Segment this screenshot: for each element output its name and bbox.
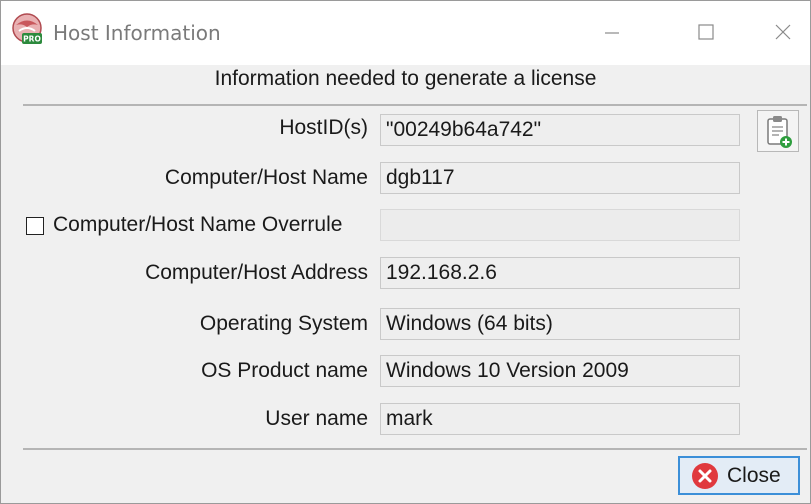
hostname-overrule-label[interactable]: Computer/Host Name Overrule: [53, 213, 342, 237]
operating-system-field[interactable]: Windows (64 bits): [380, 308, 740, 340]
os-product-label: OS Product name: [201, 359, 368, 382]
close-button[interactable]: Close: [678, 456, 800, 495]
hostname-overrule-checkbox[interactable]: [26, 217, 44, 235]
hostid-label: HostID(s): [279, 116, 368, 139]
hostname-label: Computer/Host Name: [164, 166, 368, 189]
hostname-field[interactable]: dgb117: [380, 162, 740, 194]
app-logo-icon: PRO: [12, 13, 42, 44]
clipboard-add-icon: [767, 116, 792, 148]
os-product-field[interactable]: Windows 10 Version 2009: [380, 355, 740, 387]
hostname-overrule-field[interactable]: [380, 209, 740, 241]
close-button-label: Close: [727, 464, 781, 487]
window-close-icon[interactable]: [768, 17, 798, 47]
operating-system-label: Operating System: [199, 312, 368, 335]
dialog-subtitle: Information needed to generate a license: [214, 67, 597, 90]
hostid-field[interactable]: "00249b64a742": [380, 114, 740, 146]
close-x-icon: [692, 463, 718, 489]
title-bar[interactable]: PRO Host Information: [1, 1, 810, 65]
host-address-field[interactable]: 192.168.2.6: [380, 257, 740, 289]
maximize-icon[interactable]: [691, 17, 721, 47]
window-title: Host Information: [53, 21, 221, 45]
user-name-field[interactable]: mark: [380, 403, 740, 435]
bottom-divider: [23, 448, 807, 450]
host-address-label: Computer/Host Address: [145, 261, 368, 284]
top-divider: [23, 104, 807, 106]
copy-hostid-button[interactable]: [757, 110, 799, 152]
user-name-label: User name: [265, 407, 368, 430]
host-information-window: PRO Host Information Information needed …: [0, 0, 811, 504]
minimize-icon[interactable]: [597, 17, 627, 47]
app-logo-badge: PRO: [23, 35, 41, 44]
